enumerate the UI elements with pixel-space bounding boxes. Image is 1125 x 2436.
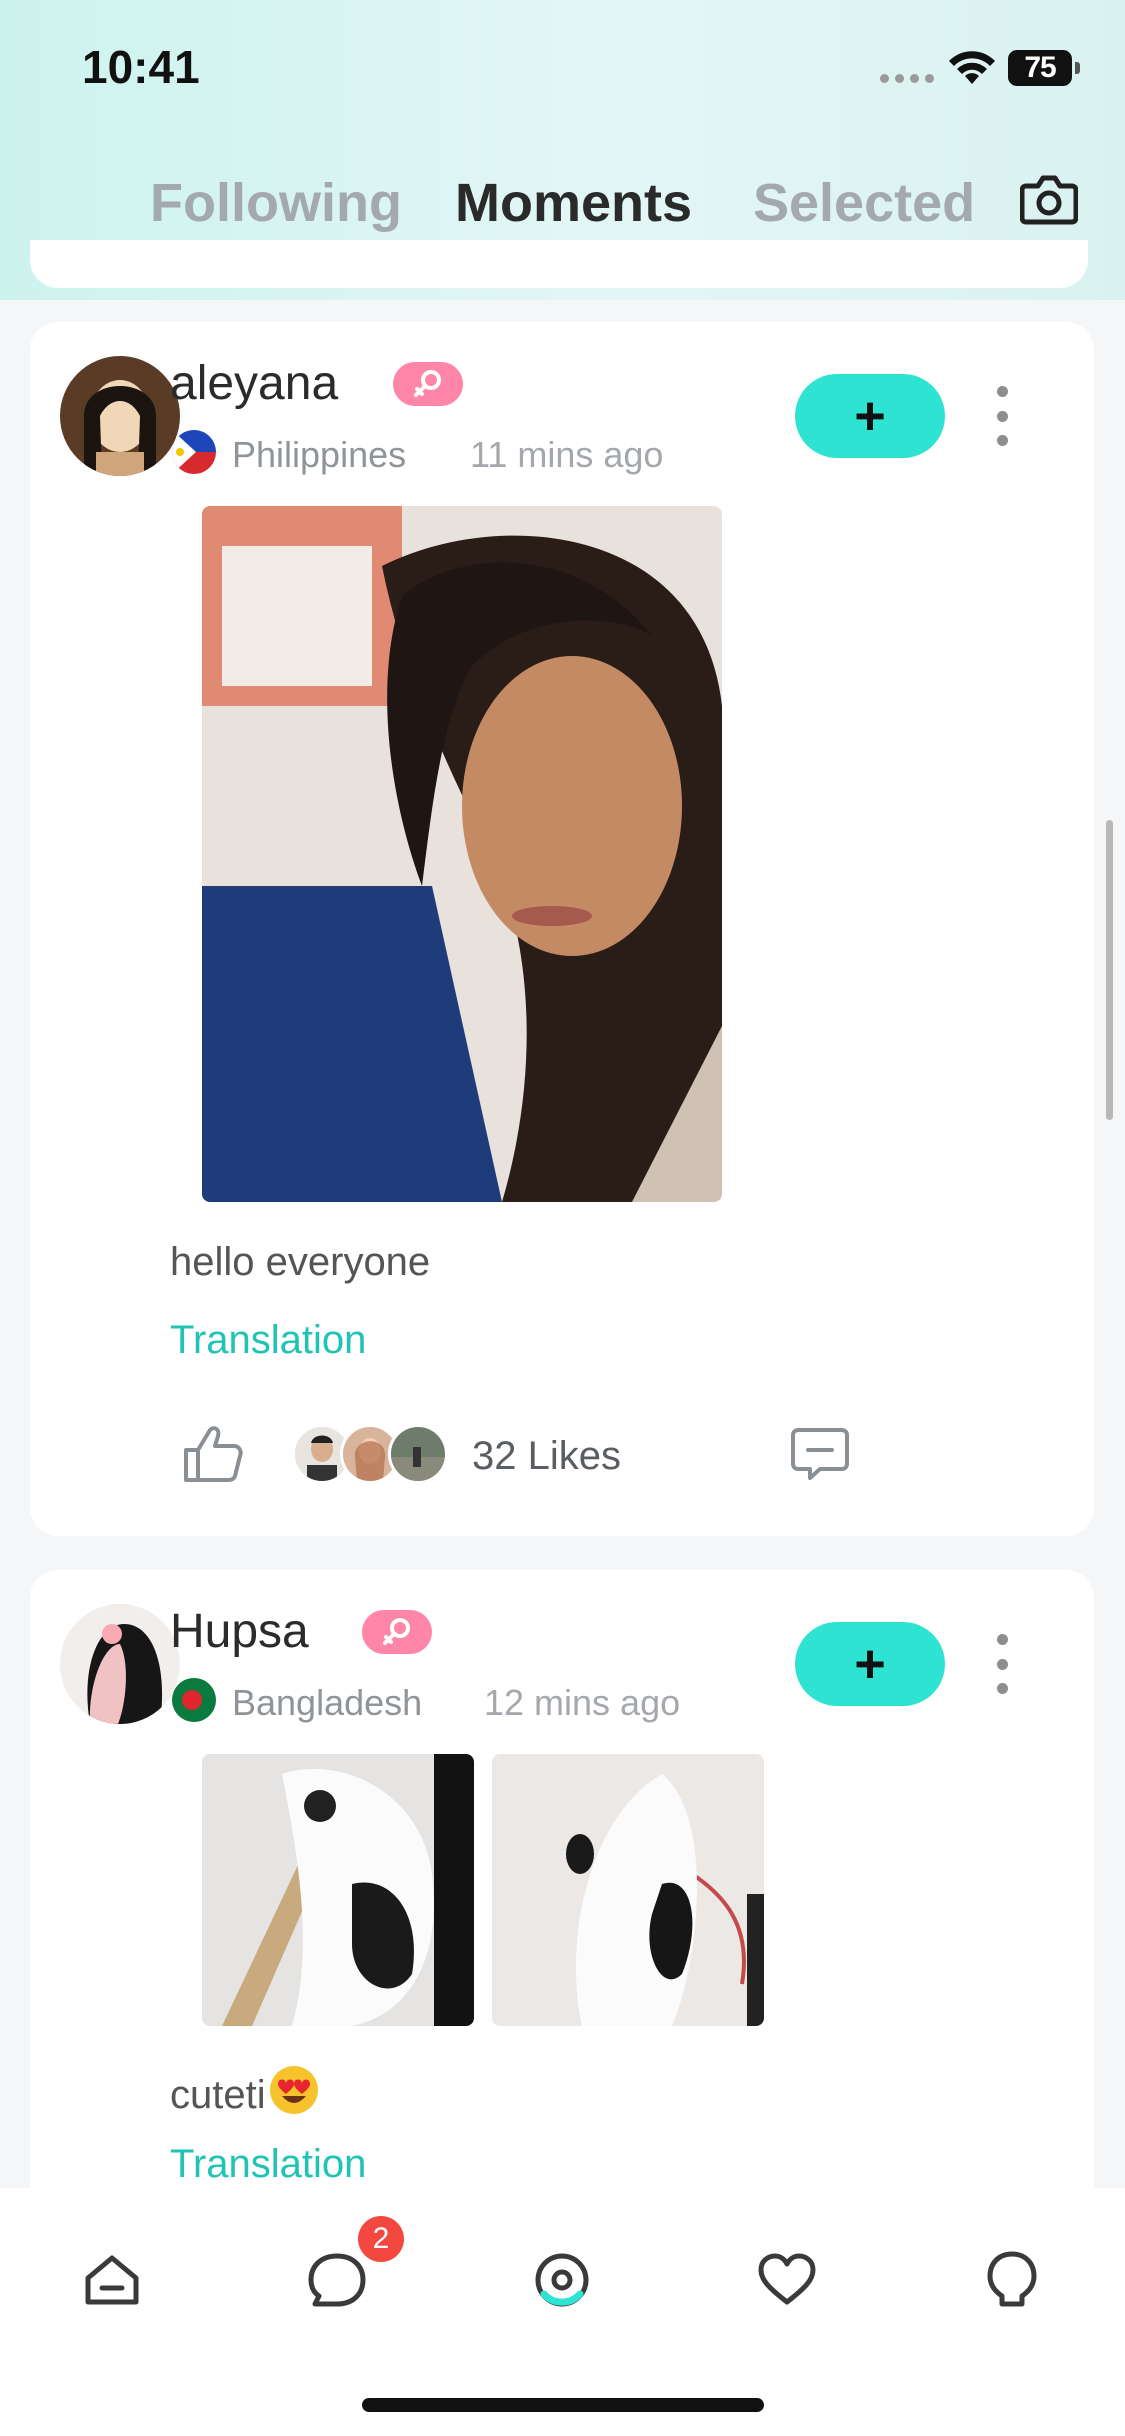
tab-following[interactable]: Following [150,172,402,234]
bangladesh-flag-icon [172,1678,216,1722]
follow-button[interactable]: + [795,1622,945,1706]
post-text: hello everyone [170,1240,431,1284]
comment-icon[interactable] [790,1426,850,1482]
battery-indicator: 75 [1008,50,1080,86]
country-label: Bangladesh [232,1682,423,1723]
profile-icon[interactable] [980,2248,1044,2312]
more-options-icon[interactable] [996,386,1008,446]
previous-post-card [30,240,1088,288]
post-photo[interactable] [492,1754,764,2026]
follow-button[interactable]: + [795,374,945,458]
like-icon[interactable] [182,1424,244,1484]
female-icon [362,1610,432,1654]
tab-moments[interactable]: Moments [455,172,692,234]
heart-eyes-emoji [268,2064,320,2126]
translation-link[interactable]: Translation [170,1318,366,1363]
unread-messages-badge: 2 [358,2216,404,2262]
post-photo[interactable] [202,506,722,1202]
chat-icon[interactable] [305,2248,369,2312]
heart-icon[interactable] [755,2248,819,2312]
philippines-flag-icon [172,430,216,474]
post-text: cuteti [170,2064,320,2126]
wifi-icon [949,51,995,84]
bottom-navigation: 2 [0,2188,1125,2436]
status-time: 10:41 [82,41,200,93]
tab-selected[interactable]: Selected [753,172,975,234]
country-label: Philippines [232,434,407,475]
home-indicator [362,2398,764,2412]
female-icon [393,362,463,406]
home-icon[interactable] [80,2248,144,2312]
cellular-signal-icon [880,74,936,83]
translation-link[interactable]: Translation [170,2142,366,2187]
avatar[interactable] [60,356,180,476]
username[interactable]: aleyana [170,356,338,411]
more-options-icon[interactable] [996,1634,1008,1694]
post-time: 12 mins ago [484,1682,681,1723]
likes-count[interactable]: 32 Likes [472,1434,621,1479]
avatar[interactable] [60,1604,180,1724]
moments-icon[interactable] [530,2248,594,2312]
liker-avatar [388,1424,448,1484]
post-time: 11 mins ago [470,434,664,475]
camera-icon[interactable] [1020,172,1078,226]
scrollbar[interactable] [1106,820,1113,1120]
username[interactable]: Hupsa [170,1604,309,1659]
post-photo[interactable] [202,1754,474,2026]
